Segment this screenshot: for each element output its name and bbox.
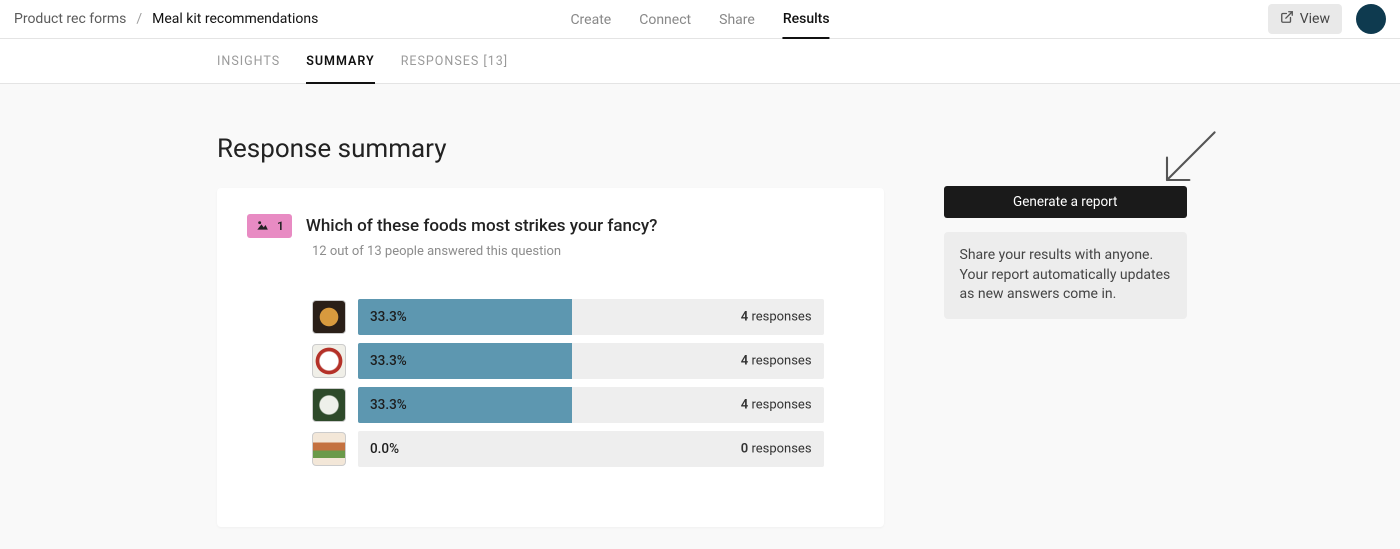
info-box: Share your results with anyone. Your rep… [944, 232, 1187, 319]
question-badge: 1 [247, 214, 292, 238]
subtab-summary[interactable]: Summary [306, 39, 375, 84]
bar-count: 0 [741, 442, 748, 457]
bar-percent: 33.3% [370, 309, 407, 325]
option-thumbnail[interactable] [312, 432, 346, 466]
bar-count-label: responses [751, 354, 811, 369]
generate-report-button[interactable]: Generate a report [944, 186, 1187, 218]
bar-count: 4 [741, 354, 748, 369]
avatar[interactable] [1356, 4, 1386, 34]
tab-results[interactable]: Results [783, 1, 830, 39]
option-row: 0.0% 0 responses [312, 431, 824, 467]
option-row: 33.3% 4 responses [312, 299, 824, 335]
options-list: 33.3% 4 responses 33.3% [312, 299, 824, 467]
question-title: Which of these foods most strikes your f… [306, 216, 658, 236]
breadcrumb-separator: / [136, 11, 142, 27]
view-button-label: View [1300, 11, 1330, 27]
subtabs: Insights Summary Responses [13] [0, 39, 1400, 83]
tab-create[interactable]: Create [570, 2, 611, 38]
bar-count: 4 [741, 398, 748, 413]
bar-responses: 4 responses [741, 310, 812, 325]
bar-track: 0.0% 0 responses [358, 431, 824, 467]
bar-count: 4 [741, 310, 748, 325]
option-thumbnail[interactable] [312, 388, 346, 422]
top-bar: Product rec forms / Meal kit recommendat… [0, 0, 1400, 39]
breadcrumb: Product rec forms / Meal kit recommendat… [14, 11, 318, 27]
page-title: Response summary [217, 134, 884, 164]
option-thumbnail[interactable] [312, 344, 346, 378]
bar-track: 33.3% 4 responses [358, 299, 824, 335]
arrow-annotation-icon [1153, 124, 1223, 194]
bar-percent: 33.3% [370, 353, 407, 369]
content-area: Response summary 1 Which of these foods … [0, 84, 1400, 549]
bar-responses: 0 responses [741, 442, 812, 457]
subtab-insights[interactable]: Insights [217, 39, 280, 84]
bar-percent: 33.3% [370, 397, 407, 413]
subtab-responses-count: [13] [483, 54, 508, 69]
subtab-responses[interactable]: Responses [13] [401, 39, 508, 84]
left-column: Response summary 1 Which of these foods … [217, 134, 884, 527]
option-thumbnail[interactable] [312, 300, 346, 334]
main-tabs: Create Connect Share Results [570, 0, 829, 39]
bar-track: 33.3% 4 responses [358, 343, 824, 379]
subtab-responses-label: Responses [401, 54, 480, 69]
question-header: 1 Which of these foods most strikes your… [247, 214, 824, 238]
external-link-icon [1280, 10, 1294, 28]
question-number: 1 [277, 219, 284, 233]
right-column: Generate a report Share your results wit… [944, 134, 1187, 527]
bar-responses: 4 responses [741, 398, 812, 413]
breadcrumb-current: Meal kit recommendations [152, 11, 318, 27]
option-row: 33.3% 4 responses [312, 343, 824, 379]
bar-count-label: responses [751, 398, 811, 413]
option-row: 33.3% 4 responses [312, 387, 824, 423]
tab-share[interactable]: Share [719, 2, 755, 38]
picture-choice-icon [255, 218, 269, 235]
question-subtext: 12 out of 13 people answered this questi… [312, 244, 824, 259]
topbar-right: View [1268, 4, 1386, 34]
question-card: 1 Which of these foods most strikes your… [217, 188, 884, 527]
bar-count-label: responses [751, 442, 811, 457]
bar-count-label: responses [751, 310, 811, 325]
bar-percent: 0.0% [370, 441, 399, 457]
bar-track: 33.3% 4 responses [358, 387, 824, 423]
bar-responses: 4 responses [741, 354, 812, 369]
view-button[interactable]: View [1268, 4, 1342, 34]
tab-connect[interactable]: Connect [639, 2, 691, 38]
breadcrumb-parent[interactable]: Product rec forms [14, 11, 126, 27]
subtabs-bar: Insights Summary Responses [13] [0, 39, 1400, 84]
